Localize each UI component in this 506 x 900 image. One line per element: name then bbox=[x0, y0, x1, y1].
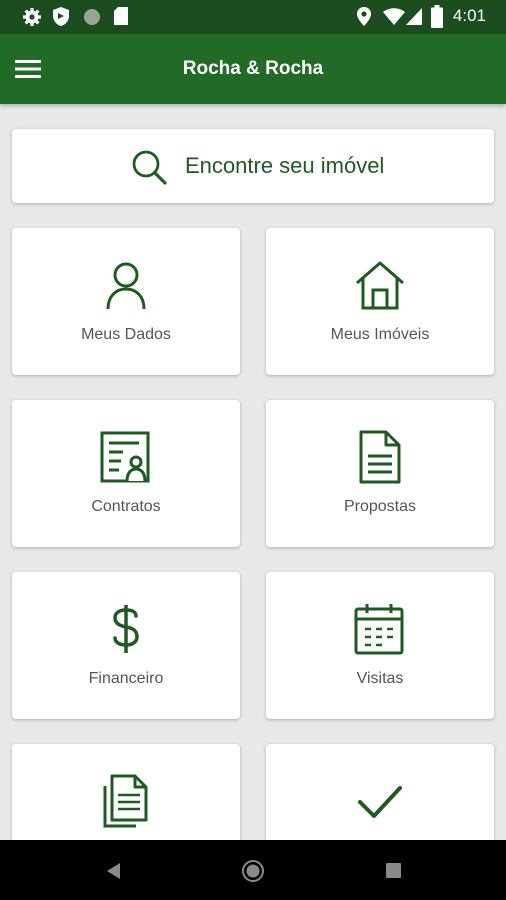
menu-item-label: Contratos bbox=[91, 498, 161, 515]
app-title: Rocha & Rocha bbox=[182, 58, 324, 79]
recents-icon[interactable] bbox=[385, 862, 402, 879]
menu-item-label: Propostas bbox=[343, 498, 417, 515]
dollar-icon bbox=[113, 605, 139, 653]
menu-item-label: Financeiro bbox=[88, 670, 164, 687]
home-icon bbox=[356, 261, 404, 310]
user-icon bbox=[106, 262, 146, 310]
calendar-icon bbox=[354, 604, 404, 655]
home-button-icon[interactable] bbox=[241, 859, 265, 883]
menu-item-meus-imoveis[interactable]: Meus Imóveis bbox=[266, 228, 494, 375]
check-icon bbox=[358, 786, 402, 818]
search-label: Encontre seu imóvel bbox=[185, 153, 385, 178]
menu-item-checklist[interactable] bbox=[266, 744, 494, 840]
menu-item-label: Meus Imóveis bbox=[330, 326, 430, 343]
menu-item-label: Meus Dados bbox=[81, 326, 171, 343]
menu-item-financeiro[interactable]: Financeiro bbox=[12, 572, 240, 719]
shield-icon bbox=[53, 7, 69, 26]
status-time: 4:01 bbox=[452, 6, 486, 25]
menu-item-visitas[interactable]: Visitas bbox=[266, 572, 494, 719]
app-bar: Rocha & Rocha bbox=[0, 34, 506, 104]
main-content: Encontre seu imóvel Meus Dados Meus Imóv… bbox=[0, 104, 506, 840]
wifi-icon bbox=[383, 8, 405, 25]
sd-card-icon bbox=[114, 7, 128, 25]
battery-icon bbox=[431, 5, 443, 28]
menu-item-propostas[interactable]: Propostas bbox=[266, 400, 494, 547]
back-icon[interactable] bbox=[104, 861, 122, 881]
document-icon bbox=[359, 430, 401, 484]
circle-icon bbox=[84, 9, 100, 25]
menu-item-contratos[interactable]: Contratos bbox=[12, 400, 240, 547]
contract-icon bbox=[100, 431, 150, 483]
menu-item-documentos[interactable] bbox=[12, 744, 240, 840]
search-icon bbox=[132, 150, 167, 185]
menu-item-label: Visitas bbox=[356, 670, 404, 687]
location-icon bbox=[357, 7, 371, 26]
system-navigation-bar bbox=[0, 840, 506, 900]
gear-icon bbox=[23, 8, 41, 26]
status-bar: 4:01 bbox=[0, 0, 506, 34]
documents-icon bbox=[103, 774, 148, 828]
menu-item-meus-dados[interactable]: Meus Dados bbox=[12, 228, 240, 375]
signal-icon bbox=[406, 8, 422, 25]
search-property-button[interactable]: Encontre seu imóvel bbox=[12, 129, 494, 203]
